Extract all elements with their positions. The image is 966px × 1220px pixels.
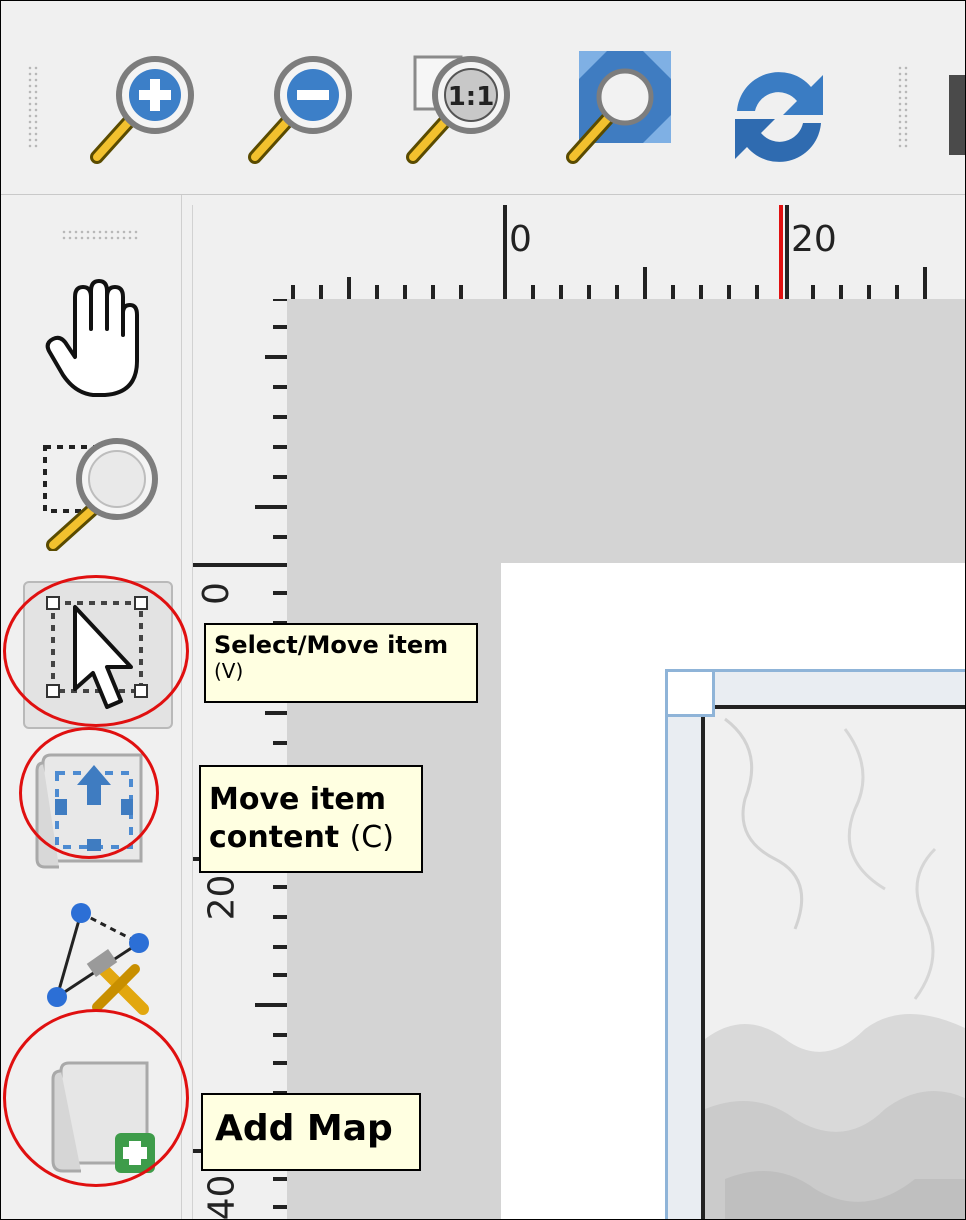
map-content <box>705 709 965 1219</box>
ruler-left-label-0: 0 <box>195 582 237 605</box>
edit-nodes-button[interactable] <box>39 899 163 1023</box>
horizontal-ruler[interactable]: 0 20 <box>193 205 965 299</box>
tools-toolbar <box>1 195 182 1219</box>
zoom-rect-icon <box>43 438 158 552</box>
ruler-top-label-20: 20 <box>791 219 837 260</box>
composer-window: 1:1 0 20 0 20 40 Select/Move item (V) Mo… <box>0 0 966 1220</box>
view-toolbar: 1:1 <box>1 1 965 195</box>
tooltip-select-move-shortcut: (V) <box>214 659 244 683</box>
left-toolbar-grip[interactable] <box>61 229 139 241</box>
tooltip-select-move-title: Select/Move item <box>214 631 449 659</box>
toolbar-next-edge <box>949 75 965 155</box>
add-map-button[interactable] <box>41 1057 165 1181</box>
ruler-top-label-0: 0 <box>509 219 532 260</box>
edit-nodes-icon <box>47 903 149 1015</box>
refresh-icon <box>735 72 823 162</box>
move-content-button[interactable] <box>29 747 159 877</box>
zoom-in-icon <box>90 56 194 164</box>
zoom-out-icon <box>248 56 352 164</box>
zoom-tool-button[interactable] <box>37 427 161 552</box>
pan-button[interactable] <box>41 275 151 405</box>
tooltip-move-content: Move item content (C) <box>199 765 423 873</box>
tooltip-move-content-shortcut: (C) <box>349 820 394 855</box>
vertical-ruler[interactable]: 0 20 40 <box>193 299 287 1220</box>
vertical-ruler-ticks <box>193 299 287 1209</box>
horizontal-ruler-ticks <box>291 205 927 299</box>
move-content-icon <box>35 753 143 869</box>
map-item[interactable] <box>701 705 965 1219</box>
zoom-in-button[interactable] <box>81 49 201 169</box>
select-move-icon <box>46 596 148 709</box>
ruler-left-label-40: 40 <box>201 1174 243 1220</box>
ruler-left-label-20: 20 <box>201 874 243 921</box>
toolbar-grip-2[interactable] <box>897 65 909 149</box>
zoom-actual-label: 1:1 <box>448 82 495 112</box>
zoom-actual-button[interactable]: 1:1 <box>397 49 517 169</box>
zoom-out-button[interactable] <box>239 49 359 169</box>
tooltip-move-content-line1: Move item <box>209 782 387 817</box>
tooltip-move-content-line2: content <box>209 820 340 855</box>
map-resize-handle[interactable] <box>665 669 715 717</box>
toolbar-grip[interactable] <box>27 65 39 149</box>
select-move-button[interactable] <box>23 581 173 729</box>
tooltip-select-move: Select/Move item (V) <box>204 623 478 703</box>
tooltip-add-map-title: Add Map <box>215 1108 393 1149</box>
tooltip-add-map: Add Map <box>201 1093 421 1171</box>
hand-icon <box>45 279 139 397</box>
zoom-full-icon <box>566 51 671 164</box>
add-map-icon <box>51 1061 155 1173</box>
zoom-full-button[interactable] <box>557 45 681 169</box>
zoom-actual-icon: 1:1 <box>406 55 510 164</box>
refresh-button[interactable] <box>719 61 839 171</box>
